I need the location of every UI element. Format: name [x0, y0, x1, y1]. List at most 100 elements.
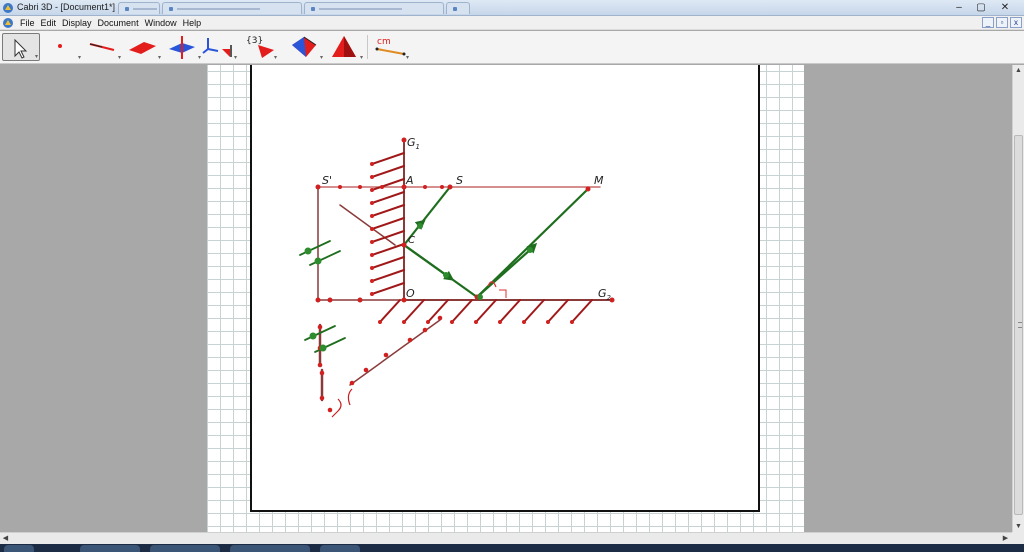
point-marker	[378, 320, 382, 324]
polyhedron-tool[interactable]: ▾	[286, 33, 324, 61]
menu-bar: File Edit Display Document Window Help _…	[0, 16, 1024, 30]
scroll-up-icon[interactable]: ▲	[1013, 65, 1024, 76]
menu-document[interactable]: Document	[95, 17, 142, 29]
dropdown-arrow-icon: ▾	[34, 54, 38, 60]
label-s: S	[456, 174, 463, 187]
point-marker	[370, 227, 374, 231]
point-marker	[363, 367, 369, 373]
point-marker	[402, 320, 406, 324]
measurement-tool[interactable]: cm ▾	[372, 33, 410, 61]
light-ray	[402, 243, 448, 277]
document-close-button[interactable]: x	[1010, 17, 1022, 28]
menu-help[interactable]: Help	[180, 17, 205, 29]
document-restore-button[interactable]: ▫	[996, 17, 1008, 28]
plane-tool[interactable]: ▾	[124, 33, 162, 61]
taskbar-item[interactable]	[80, 545, 140, 552]
scroll-down-icon[interactable]: ▼	[1013, 521, 1024, 532]
window-close-button[interactable]: ✕	[994, 1, 1016, 14]
point-marker	[317, 324, 323, 330]
start-button[interactable]	[4, 545, 34, 552]
label-a: A	[405, 174, 414, 187]
pyramid-tool[interactable]: ▾	[326, 33, 364, 61]
point-marker	[327, 407, 333, 413]
background-tab[interactable]	[304, 2, 444, 14]
horizontal-scrollbar[interactable]: ◀ ▶	[0, 532, 1012, 544]
dropdown-arrow-icon: ▾	[405, 55, 409, 61]
light-ray-fragment	[309, 250, 341, 266]
point-marker	[357, 297, 363, 303]
cabri-app-icon	[3, 3, 13, 13]
polyhedron-icon	[292, 36, 317, 57]
os-taskbar	[0, 544, 1024, 552]
scroll-left-icon[interactable]: ◀	[0, 533, 11, 544]
ray-point	[319, 344, 327, 352]
dropdown-arrow-icon: ▾	[359, 55, 363, 61]
point-marker	[546, 320, 550, 324]
point-marker	[370, 253, 374, 257]
axes-tool[interactable]: ▾	[200, 33, 238, 61]
window-minimize-button[interactable]: –	[948, 1, 970, 14]
point-marker	[426, 320, 430, 324]
point-tool[interactable]: ▾	[44, 33, 82, 61]
line-tool[interactable]: ▾	[84, 33, 122, 61]
hatch-mark	[371, 256, 405, 269]
perpendicular-tool[interactable]: ▾	[164, 33, 202, 61]
point-marker	[437, 315, 443, 321]
point-marker	[315, 184, 321, 190]
menu-file[interactable]: File	[17, 17, 38, 29]
ray-point	[477, 294, 483, 300]
hatch-mark	[451, 299, 473, 323]
document-icon[interactable]	[2, 17, 14, 29]
point-marker	[422, 327, 428, 333]
taskbar-item[interactable]	[230, 545, 310, 552]
vertical-scroll-thumb[interactable]	[1014, 135, 1023, 515]
window-maximize-button[interactable]: ▢	[970, 1, 992, 14]
hatch-mark	[371, 217, 405, 230]
measure-icon: cm	[375, 37, 406, 56]
label-o: O	[406, 287, 415, 300]
ray-point	[527, 247, 533, 253]
transformation-label: {3}	[246, 36, 263, 46]
transformation-tool[interactable]: {3} ▾	[240, 33, 278, 61]
hatch-mark	[371, 152, 405, 165]
point-marker	[401, 242, 407, 248]
figure-construction-lines	[317, 139, 613, 402]
point-marker	[370, 188, 374, 192]
point-marker	[370, 175, 374, 179]
ray-point	[304, 247, 312, 255]
scroll-right-icon[interactable]: ▶	[1000, 533, 1011, 544]
pyramid-icon	[332, 36, 356, 57]
taskbar-item[interactable]	[150, 545, 220, 552]
background-tab[interactable]	[162, 2, 302, 14]
menu-window[interactable]: Window	[142, 17, 180, 29]
background-tab[interactable]	[118, 2, 160, 14]
point-marker	[327, 297, 333, 303]
right-angle-mark	[499, 289, 507, 298]
label-g1: G1	[407, 136, 420, 151]
point-marker	[370, 201, 374, 205]
menu-display[interactable]: Display	[59, 17, 95, 29]
point-marker	[319, 395, 325, 401]
window-title: Cabri 3D - [Document1*]	[17, 2, 116, 12]
menu-edit[interactable]: Edit	[38, 17, 60, 29]
hatch-mark	[547, 299, 569, 323]
label-m: M	[594, 174, 604, 187]
document-minimize-button[interactable]: _	[982, 17, 994, 28]
hatch-mark	[371, 204, 405, 217]
point-marker	[447, 184, 453, 190]
background-tab[interactable]	[446, 2, 470, 14]
vertical-scrollbar[interactable]: ▲ ▼	[1012, 65, 1024, 532]
ray-point	[443, 272, 449, 278]
pointer-tool[interactable]: ▾	[2, 33, 40, 61]
geometry-figure[interactable]: G1 G2 S' A S M O C	[0, 65, 1012, 532]
point-marker	[370, 162, 374, 166]
hatch-mark	[571, 299, 593, 323]
transformation-icon: {3}	[246, 36, 274, 58]
document-workspace[interactable]: G1 G2 S' A S M O C	[0, 65, 1012, 532]
point-marker	[338, 185, 342, 189]
label-s-prime: S'	[322, 174, 332, 187]
hatch-mark	[379, 299, 401, 323]
taskbar-item[interactable]	[320, 545, 360, 552]
dropdown-arrow-icon: ▾	[117, 55, 121, 61]
dropdown-arrow-icon: ▾	[77, 55, 81, 61]
